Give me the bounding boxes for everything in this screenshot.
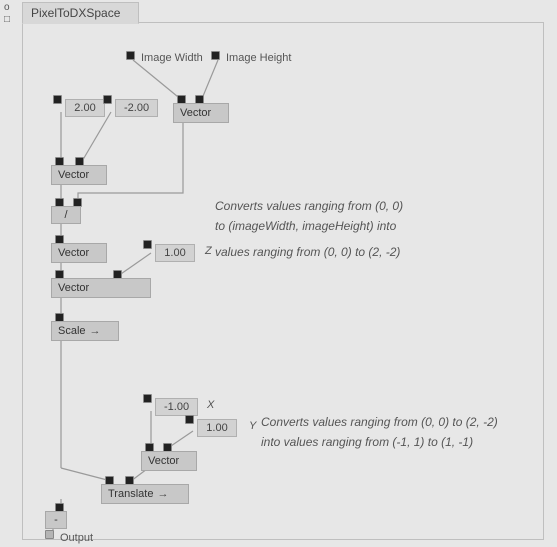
collapse-o[interactable]: o — [4, 2, 10, 14]
title-tab[interactable]: PixelToDXSpace — [22, 2, 139, 24]
axis-label-y: Y — [249, 420, 256, 432]
comment-1-line-3: values ranging from (0, 0) to (2, -2) — [215, 243, 400, 261]
collapse-box[interactable]: □ — [4, 14, 10, 26]
axis-label-z: Z — [205, 245, 212, 257]
field-two[interactable]: 2.00 — [65, 99, 105, 117]
port-val-neg-two[interactable] — [103, 95, 112, 104]
node-vector-wide[interactable]: Vector — [51, 278, 151, 298]
port-image-height[interactable] — [211, 51, 220, 60]
comment-2-line-2: into values ranging from (-1, 1) to (1, … — [261, 433, 473, 451]
comment-2-line-1: Converts values ranging from (0, 0) to (… — [261, 413, 498, 431]
field-one-y[interactable]: 1.00 — [197, 419, 237, 437]
node-scale[interactable]: Scale — [51, 321, 119, 341]
port-image-width[interactable] — [126, 51, 135, 60]
node-dash[interactable]: - — [45, 511, 67, 529]
axis-label-x: X — [207, 399, 214, 411]
port-val-one-z[interactable] — [143, 240, 152, 249]
node-divide[interactable]: / — [51, 206, 81, 224]
port-val-neg-one-x[interactable] — [143, 394, 152, 403]
port-val-one-y[interactable] — [185, 415, 194, 424]
port-val-two[interactable] — [53, 95, 62, 104]
graph-panel: Image Width Image Height 2.00 -2.00 Vect… — [22, 22, 544, 540]
node-translate[interactable]: Translate — [101, 484, 189, 504]
port-output[interactable] — [45, 530, 54, 539]
collapse-controls: o □ — [4, 2, 10, 26]
label-image-height: Image Height — [226, 49, 291, 67]
label-output: Output — [60, 529, 93, 547]
node-vector-bottom[interactable]: Vector — [141, 451, 197, 471]
field-one-z[interactable]: 1.00 — [155, 244, 195, 262]
node-vector-top[interactable]: Vector — [173, 103, 229, 123]
field-neg-one-x[interactable]: -1.00 — [155, 398, 198, 416]
node-vector-mid[interactable]: Vector — [51, 243, 107, 263]
comment-1-line-2: to (imageWidth, imageHeight) into — [215, 217, 396, 235]
field-neg-two[interactable]: -2.00 — [115, 99, 158, 117]
node-vector-left[interactable]: Vector — [51, 165, 107, 185]
comment-1-line-1: Converts values ranging from (0, 0) — [215, 197, 403, 215]
label-image-width: Image Width — [141, 49, 203, 67]
